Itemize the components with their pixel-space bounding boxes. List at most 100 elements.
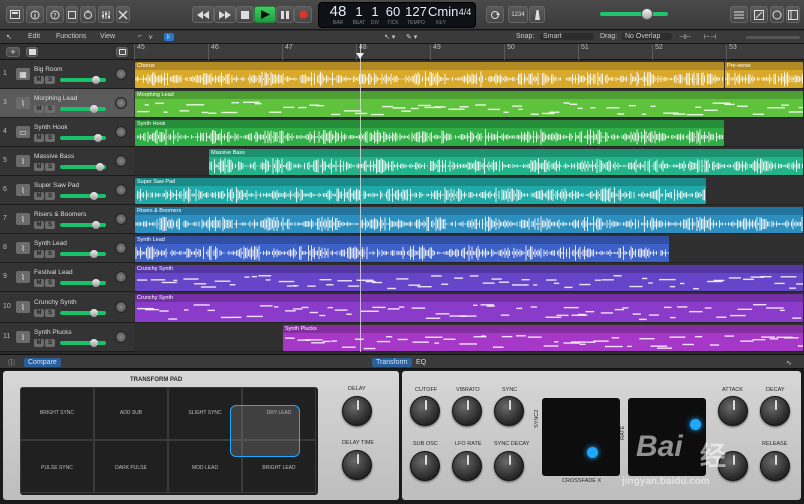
mute-button[interactable]: M [34,279,44,287]
functions-menu[interactable]: Functions [56,33,86,40]
pan-knob[interactable] [115,242,127,254]
master-volume-slider[interactable] [600,12,668,16]
master-volume-knob[interactable] [641,8,653,20]
track-name[interactable]: Big Room [34,66,63,73]
track-volume-slider[interactable] [60,311,106,315]
mute-button[interactable]: M [34,76,44,84]
region-synth-lead[interactable]: Synth Lead [135,236,669,262]
pan-knob[interactable] [115,155,127,167]
drag-select[interactable]: No Overlap [622,33,672,40]
cutoff-knob[interactable] [410,396,440,426]
add-track-button[interactable]: + [6,47,20,57]
solo-button[interactable]: S [45,250,55,258]
view-menu[interactable]: View [100,33,115,40]
track-volume-knob[interactable] [90,192,98,200]
track-header-festival-lead[interactable]: 9 ⌇ Festival Lead M S [0,263,134,292]
delay-knob[interactable] [342,396,372,426]
track-name[interactable]: Massive Bass [34,153,74,160]
solo-button[interactable]: S [45,279,55,287]
track-volume-knob[interactable] [96,163,104,171]
zoom-slider[interactable] [746,36,800,39]
pad-cell[interactable]: PULSE SYNC [20,440,94,493]
solo-button[interactable]: S [45,309,55,317]
track-volume-knob[interactable] [90,309,98,317]
library-icon[interactable] [6,6,24,23]
region-pre-verse[interactable]: Pre-verse [725,62,803,88]
track-name[interactable]: Synth Plucks [34,329,72,336]
mute-button[interactable]: M [34,309,44,317]
pointer-tool-icon[interactable]: ↖ ▾ [384,33,395,41]
xy-pad-handle[interactable] [690,419,701,430]
track-volume-knob[interactable] [94,134,102,142]
cycle-icon[interactable] [486,6,504,23]
playhead[interactable] [360,44,361,352]
catch-playhead-icon[interactable]: ⊧ [164,33,174,41]
record-button[interactable] [294,6,312,23]
attack-knob[interactable] [718,396,748,426]
rewind-button[interactable] [192,6,214,23]
mute-button[interactable]: M [34,134,44,142]
track-volume-knob[interactable] [92,76,100,84]
mute-button[interactable]: M [34,339,44,347]
track-name[interactable]: Risers & Boomers [34,211,86,218]
track-volume-slider[interactable] [60,107,106,111]
stop-button[interactable] [236,6,254,23]
mute-button[interactable]: M [34,105,44,113]
pan-knob[interactable] [115,301,127,313]
pad-cell[interactable]: BRIGHT SYNC [20,387,94,440]
fast-forward-button[interactable] [214,6,236,23]
snap-select[interactable]: Smart [540,33,594,40]
pan-knob[interactable] [115,331,127,343]
zoom-icon[interactable]: ⊢⊣ [704,33,716,41]
region-crunchy-synth-2[interactable]: Crunchy Synth [135,294,803,322]
sub-osc-knob[interactable] [410,451,440,481]
track-name[interactable]: Crunchy Synth [34,299,77,306]
solo-button[interactable]: S [45,192,55,200]
track-name[interactable]: Synth Hook [34,124,68,131]
sync-decay-knob[interactable] [494,451,524,481]
solo-button[interactable]: S [45,163,55,171]
transform-pad[interactable]: BRIGHT SYNC ADD SUB SLIGHT SYNC DRY LEAD… [20,387,318,495]
track-header-synth-lead[interactable]: 8 ⌇ Synth Lead M S [0,234,134,263]
track-header-big-room[interactable]: 1 ▦ Big Room M S [0,60,134,89]
pan-knob[interactable] [115,97,127,109]
xy-pad-crossfade[interactable] [542,398,620,476]
solo-button[interactable]: S [45,339,55,347]
flex-icon[interactable]: ⋎ [148,33,153,41]
region-morphing-lead[interactable]: Morphing Lead [135,91,803,117]
playhead-handle[interactable] [356,53,364,59]
pad-selection[interactable] [230,405,300,457]
smart-controls-icon[interactable] [80,6,96,23]
ruler[interactable]: 45 46 47 48 49 50 51 52 53 [134,44,804,60]
track-name[interactable]: Super Saw Pad [34,182,79,189]
solo-button[interactable]: S [45,221,55,229]
play-button[interactable] [254,6,276,23]
release-knob[interactable] [760,451,790,481]
mute-button[interactable]: M [34,192,44,200]
track-volume-knob[interactable] [90,339,98,347]
compare-button[interactable]: Compare [24,358,61,367]
track-header-synth-plucks[interactable]: 11 ⌇ Synth Plucks M S [0,323,134,352]
lfo-rate-knob[interactable] [452,451,482,481]
track-volume-slider[interactable] [60,341,106,345]
list-editors-icon[interactable] [730,6,748,23]
toolbar-toggle-icon[interactable] [66,6,78,23]
pad-cell[interactable]: ADD SUB [94,387,168,440]
pan-knob[interactable] [115,271,127,283]
loop-browser-icon[interactable] [770,6,784,23]
pencil-tool-icon[interactable]: ✎ ▾ [406,33,417,41]
region-synth-plucks[interactable]: Synth Plucks [283,325,803,351]
track-header-synth-hook[interactable]: 4 ▭ Synth Hook M S [0,118,134,147]
editors-icon[interactable] [116,6,130,23]
waveform-icon[interactable]: ∿ [782,358,796,367]
mute-button[interactable]: M [34,163,44,171]
mute-button[interactable]: M [34,221,44,229]
track-header-massive-bass[interactable]: 5 ⌇ Massive Bass M S [0,147,134,176]
pan-knob[interactable] [115,213,127,225]
pad-cell[interactable]: DARK PULSE [94,440,168,493]
track-volume-slider[interactable] [60,252,106,256]
region-chorus[interactable]: Chorus [135,62,724,88]
solo-button[interactable]: S [45,105,55,113]
track-volume-knob[interactable] [92,221,100,229]
track-header-morphing-lead[interactable]: 3 ⌇ Morphing Lead M S [0,89,134,118]
